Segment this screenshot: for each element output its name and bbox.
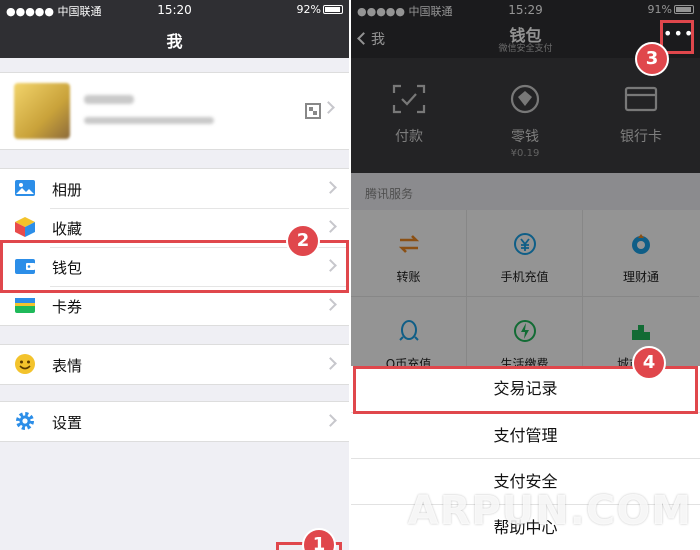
photo-icon	[15, 180, 35, 196]
battery-indicator: 92%	[297, 3, 343, 16]
watermark: ARPUN.COM	[407, 488, 692, 534]
chevron-right-icon	[324, 220, 337, 233]
chevron-right-icon	[324, 357, 337, 370]
menu-item-settings[interactable]: 设置	[0, 402, 349, 441]
battery-icon	[323, 5, 343, 14]
menu-group-stickers: 表情	[0, 344, 349, 385]
step-badge-2: 2	[286, 224, 320, 258]
blurred-nickname	[84, 95, 134, 104]
menu-label: 设置	[52, 414, 83, 432]
profile-card[interactable]	[0, 72, 349, 150]
blurred-wechat-id	[84, 117, 214, 124]
menu-item-stickers[interactable]: 表情	[0, 345, 349, 384]
chevron-right-icon	[324, 298, 337, 311]
sheet-item-payment-management[interactable]: 支付管理	[351, 412, 700, 458]
avatar	[14, 83, 70, 139]
card-coupon-icon	[15, 298, 35, 313]
chevron-right-icon	[322, 101, 335, 114]
smiley-icon	[15, 354, 35, 374]
menu-label: 收藏	[52, 220, 83, 238]
chevron-right-icon	[324, 414, 337, 427]
menu-item-album[interactable]: 相册	[0, 169, 349, 208]
chevron-right-icon	[324, 181, 337, 194]
qr-code-icon	[305, 103, 321, 119]
menu-label: 卡券	[52, 298, 83, 316]
me-screen: ●●●●● 中国联通 15:20 92% 我 相册 收藏 钱包 卡券 表情 设置…	[0, 0, 349, 550]
step-badge-1: 1	[302, 528, 336, 550]
menu-label: 相册	[52, 181, 83, 199]
favorites-cube-icon	[15, 217, 35, 237]
screenshot-stage: ●●●●● 中国联通 15:20 92% 我 相册 收藏 钱包 卡券 表情 设置…	[0, 0, 700, 550]
status-bar: ●●●●● 中国联通 15:20 92%	[0, 0, 349, 18]
step-badge-3: 3	[635, 42, 669, 76]
menu-group-settings: 设置	[0, 401, 349, 442]
step-badge-4: 4	[632, 346, 666, 380]
nav-bar: 我	[0, 18, 349, 58]
page-title: 我	[166, 32, 183, 51]
menu-label: 表情	[52, 357, 83, 375]
wallet-screen: ●●●●● 中国联通 15:29 91% 我 钱包 微信安全支付 付款 零钱 ¥…	[351, 0, 700, 550]
battery-percent: 92%	[296, 3, 321, 16]
gear-icon	[16, 412, 34, 430]
